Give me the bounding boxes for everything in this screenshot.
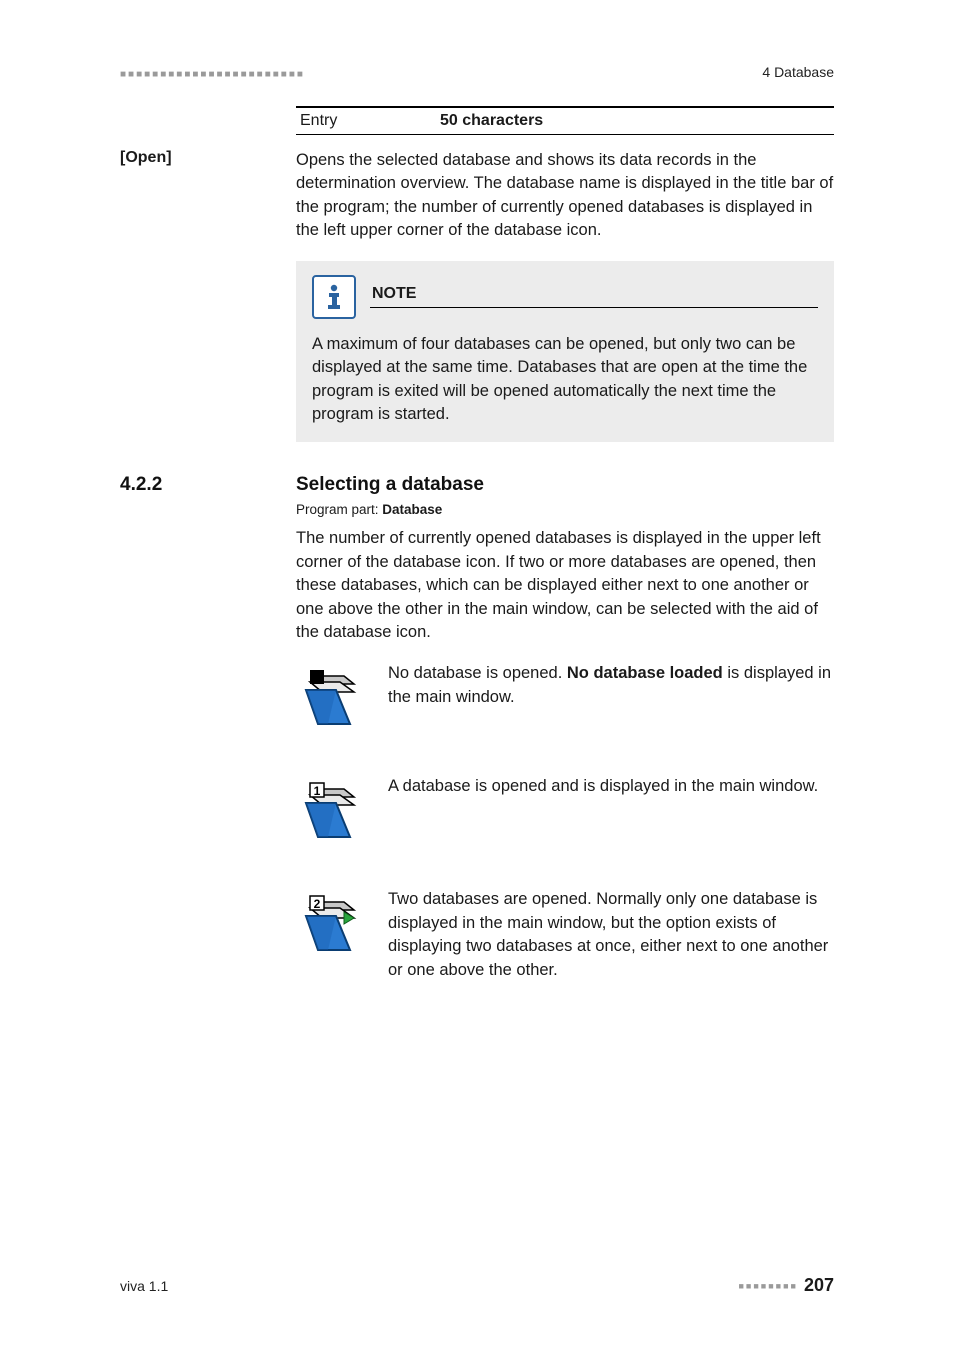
info-icon xyxy=(312,275,356,319)
open-label: [Open] xyxy=(120,149,172,166)
entry-value: 50 characters xyxy=(440,112,543,130)
db-icon-text-1: A database is opened and is displayed in… xyxy=(388,775,834,798)
entry-row: Entry 50 characters xyxy=(120,106,834,149)
db-icon-text-0: No database is opened. No database loade… xyxy=(388,662,834,709)
section-title: Selecting a database xyxy=(296,474,484,496)
open-block: [Open] Opens the selected database and s… xyxy=(120,149,834,468)
program-part: Program part: Database xyxy=(296,502,834,517)
program-part-label: Program part: xyxy=(296,502,382,517)
footer-page-number: 207 xyxy=(804,1275,834,1296)
folder-icon-one-db: 1 xyxy=(296,777,368,849)
entry-table: Entry 50 characters xyxy=(296,106,834,135)
svg-text:1: 1 xyxy=(314,784,321,798)
page: ■■■■■■■■■■■■■■■■■■■■■■■ 4 Database Entry… xyxy=(0,0,954,1350)
program-part-value: Database xyxy=(382,502,442,517)
page-footer: viva 1.1 ■■■■■■■■ 207 xyxy=(120,1275,834,1296)
note-box: NOTE A maximum of four databases can be … xyxy=(296,261,834,443)
open-paragraph: Opens the selected database and shows it… xyxy=(296,149,834,243)
db-icon-text-0-pre: No database is opened. xyxy=(388,664,567,682)
header-ornament-left: ■■■■■■■■■■■■■■■■■■■■■■■ xyxy=(120,69,305,80)
db-icon-row-1: 1 A database is opened and is displayed … xyxy=(296,775,834,854)
note-title: NOTE xyxy=(370,285,818,305)
folder-icon-two-db: 2 xyxy=(296,890,368,962)
section-number: 4.2.2 xyxy=(120,474,296,496)
header-section-label: 4 Database xyxy=(762,64,834,80)
folder-icon-no-db xyxy=(296,664,368,736)
db-icon-text-0-bold: No database loaded xyxy=(567,664,723,682)
svg-text:2: 2 xyxy=(314,897,321,911)
running-header: ■■■■■■■■■■■■■■■■■■■■■■■ 4 Database xyxy=(120,64,834,80)
section-intro: The number of currently opened databases… xyxy=(296,527,834,644)
note-rule xyxy=(370,307,818,308)
footer-ornament: ■■■■■■■■ xyxy=(738,1281,798,1291)
db-icon-row-0: No database is opened. No database loade… xyxy=(296,662,834,741)
entry-label: Entry xyxy=(300,112,440,130)
db-icon-row-2: 2 Two databases are opened. Normally onl… xyxy=(296,888,834,982)
db-icon-text-2: Two databases are opened. Normally only … xyxy=(388,888,834,982)
footer-product: viva 1.1 xyxy=(120,1278,168,1294)
note-body: A maximum of four databases can be opene… xyxy=(312,333,818,427)
section-heading: 4.2.2 Selecting a database xyxy=(120,474,834,496)
